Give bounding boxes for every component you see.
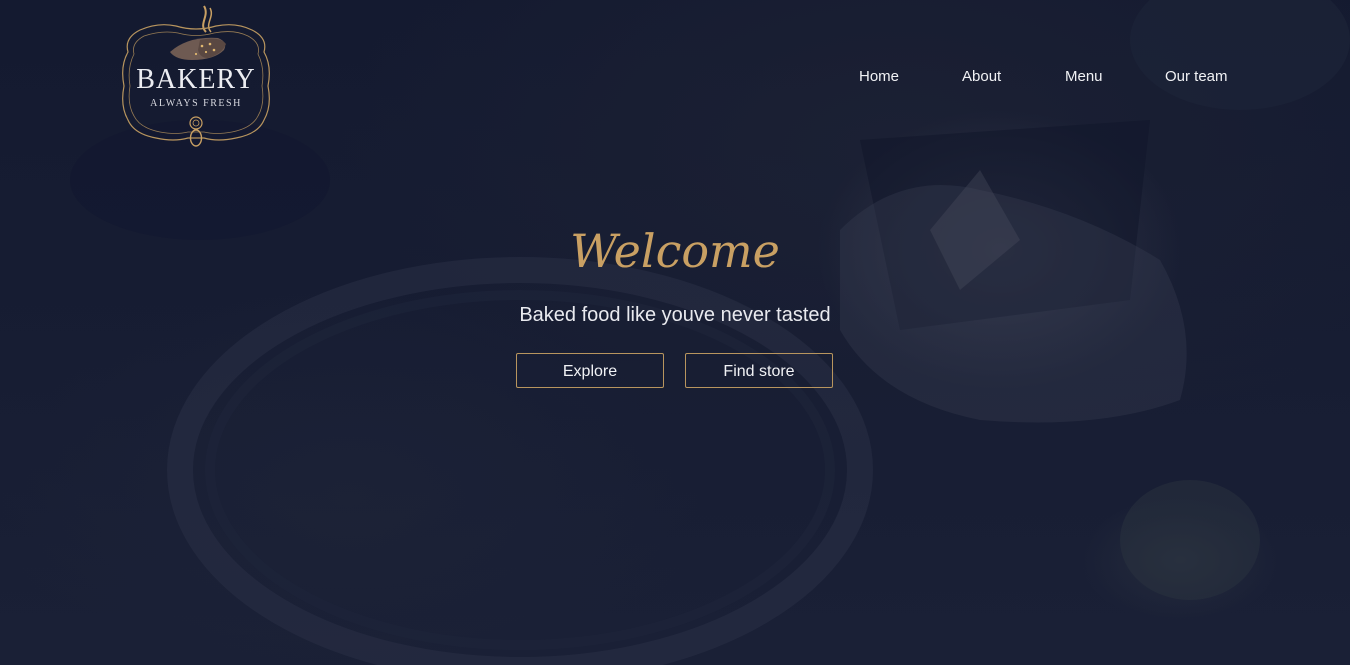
nav-item-about[interactable]: About [962, 68, 1001, 85]
hero-title: Welcome [570, 224, 780, 278]
logo-subtitle: ALWAYS FRESH [150, 98, 242, 109]
nav-item-our-team[interactable]: Our team [1165, 68, 1228, 85]
main-navigation: Home About Menu Our team [0, 68, 1350, 88]
find-store-button[interactable]: Find store [685, 353, 833, 388]
nav-item-home[interactable]: Home [859, 68, 899, 85]
hero-tagline: Baked food like youve never tasted [519, 304, 831, 326]
hero-section: BAKERY ALWAYS FRESH Home About Menu Our … [0, 0, 1350, 665]
explore-button[interactable]: Explore [516, 353, 664, 388]
nav-item-menu[interactable]: Menu [1065, 68, 1103, 85]
